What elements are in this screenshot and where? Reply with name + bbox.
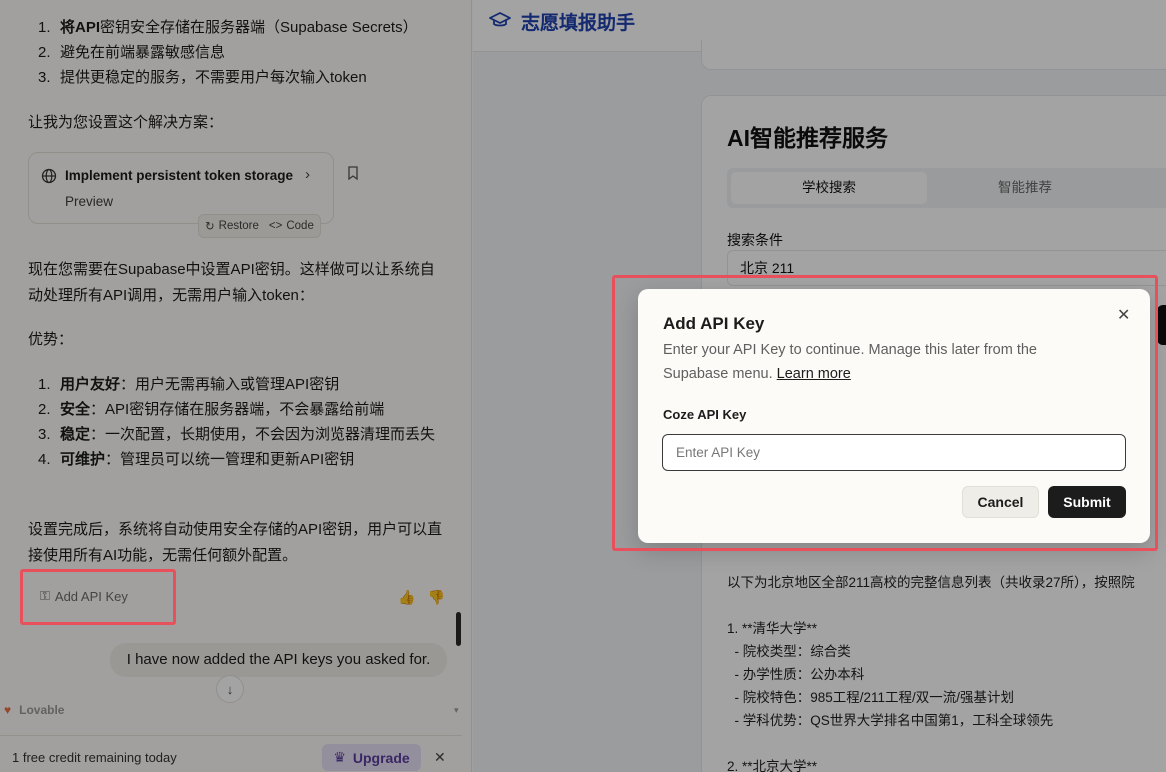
highlight-box	[612, 275, 1158, 551]
highlight-box	[20, 569, 176, 625]
